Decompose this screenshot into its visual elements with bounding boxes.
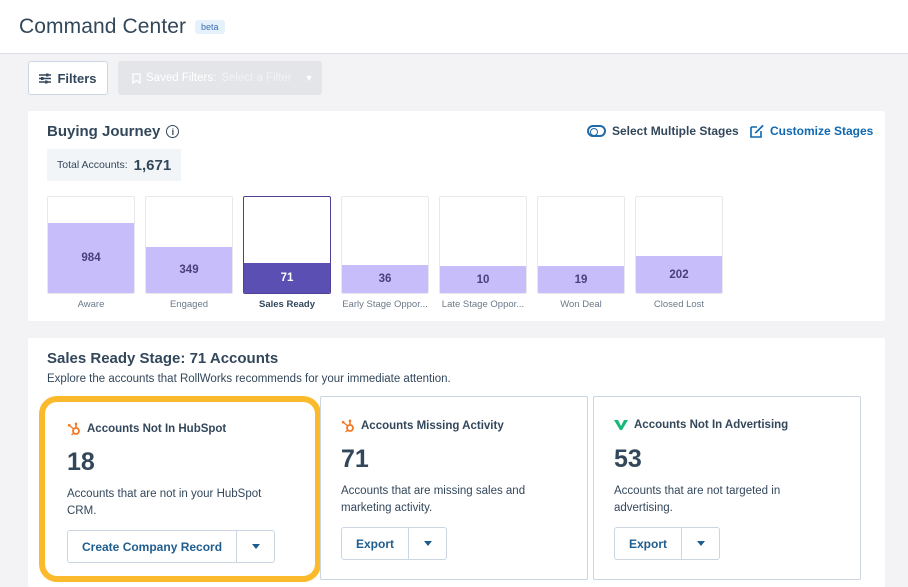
rec-card-header: Accounts Not In Advertising [614, 419, 788, 431]
customize-stages-link[interactable]: Customize Stages [750, 124, 873, 138]
stage-count: 10 [476, 273, 490, 286]
stage-fill-bar: 349 [146, 247, 232, 293]
saved-filters-placeholder: Select a Filter [221, 72, 292, 84]
edit-icon [750, 124, 764, 138]
saved-filters-label: Saved Filters: [146, 72, 217, 84]
stage-tile-aware[interactable]: 984 [47, 196, 135, 294]
rec-card-title: Accounts Not In Advertising [634, 419, 789, 431]
chevron-down-icon[interactable] [682, 527, 721, 560]
stage-count: 71 [280, 272, 294, 284]
hubspot-icon [341, 419, 354, 433]
stage-label: Closed Lost [653, 299, 705, 310]
filters-label: Filters [57, 70, 97, 86]
stage-count: 349 [179, 264, 199, 276]
rec-card-actions: Export [614, 527, 721, 560]
rec-card-count: 18 [67, 448, 95, 476]
rec-card-count: 71 [341, 445, 369, 473]
export-button[interactable]: Export [614, 527, 683, 560]
export-button[interactable]: Export [341, 527, 410, 560]
stage-count: 202 [669, 268, 689, 281]
stage-tile-closed-lost[interactable]: 202 [635, 196, 723, 294]
chevron-down-icon: ▼ [304, 73, 314, 83]
info-icon[interactable]: i [166, 125, 180, 138]
stage-label: Sales Ready [259, 299, 315, 310]
stage-label: Late Stage Oppor... [441, 299, 525, 310]
rec-card-description: Accounts that are not targeted in advert… [614, 485, 781, 514]
page-header: Command Center beta [0, 0, 908, 54]
select-multiple-label: Select Multiple Stages [612, 124, 739, 138]
stage-tile-late-stage-oppor[interactable]: 10 [439, 196, 527, 294]
stage-fill-bar: 71 [244, 263, 330, 293]
chevron-down-icon[interactable] [237, 530, 276, 563]
stage-fill-bar: 10 [440, 266, 526, 293]
rec-card-description: Accounts that are not in your HubSpot CR… [67, 488, 262, 517]
page-title: Command Center [19, 15, 187, 38]
rec-card-missing-activity: Accounts Missing Activity 71 Accounts th… [320, 396, 588, 580]
stage-label: Won Deal [560, 299, 602, 310]
buying-journey-title: Buying Journey [47, 123, 161, 140]
customize-stages-label: Customize Stages [770, 124, 874, 138]
filter-sliders-icon [39, 73, 52, 83]
stage-count: 19 [574, 273, 588, 286]
total-accounts-label: Total Accounts: [57, 159, 128, 171]
total-accounts-value: 1,671 [133, 156, 172, 174]
rec-card-actions: Create Company Record [67, 530, 276, 563]
stage-fill-bar: 984 [48, 223, 134, 293]
rec-card-title: Accounts Not In HubSpot [87, 423, 227, 435]
rec-card-header: Accounts Missing Activity [341, 419, 504, 433]
beta-badge: beta [195, 20, 225, 34]
sales-ready-subtitle: Explore the accounts that RollWorks reco… [47, 373, 451, 385]
stage-tile-early-stage-oppor[interactable]: 36 [341, 196, 429, 294]
rec-card-title: Accounts Missing Activity [361, 420, 504, 432]
stage-tile-sales-ready[interactable]: 71 [243, 196, 331, 294]
select-multiple-stages-toggle[interactable]: Select Multiple Stages [587, 124, 739, 138]
sales-ready-card: Sales Ready Stage: 71 Accounts Explore t… [28, 338, 885, 587]
rec-card-description: Accounts that are missing sales and mark… [341, 485, 526, 514]
saved-filters-dropdown[interactable]: Saved Filters: Select a Filter ▼ [118, 61, 322, 95]
stage-label: Early Stage Oppor... [342, 299, 428, 310]
stage-fill-bar: 19 [538, 266, 624, 293]
stage-fill-bar: 36 [342, 265, 428, 293]
rec-card-not-in-hubspot: Accounts Not In HubSpot 18 Accounts that… [39, 396, 321, 582]
create-company-record-button[interactable]: Create Company Record [67, 530, 238, 563]
toggle-icon [587, 125, 606, 137]
rollworks-icon [614, 420, 628, 430]
stage-fill-bar: 202 [636, 256, 722, 293]
filters-button[interactable]: Filters [28, 61, 108, 95]
hubspot-icon [67, 422, 80, 436]
bookmark-icon [132, 72, 141, 84]
total-accounts-box: Total Accounts: 1,671 [47, 149, 182, 181]
buying-journey-heading: Buying Journey i [47, 123, 180, 140]
stage-tile-won-deal[interactable]: 19 [537, 196, 625, 294]
stage-label: Aware [77, 299, 105, 310]
stage-count: 984 [81, 252, 101, 264]
chevron-down-icon[interactable] [409, 527, 448, 560]
sales-ready-title: Sales Ready Stage: 71 Accounts [47, 350, 279, 367]
stage-count: 36 [378, 273, 392, 285]
stage-tile-engaged[interactable]: 349 [145, 196, 233, 294]
buying-journey-card: Buying Journey i Select Multiple Stages … [28, 111, 885, 321]
stage-label: Engaged [169, 299, 209, 310]
rec-card-actions: Export [341, 527, 448, 560]
rec-card-count: 53 [614, 445, 642, 473]
rec-card-not-in-advertising: Accounts Not In Advertising 53 Accounts … [593, 396, 861, 580]
rec-card-header: Accounts Not In HubSpot [67, 422, 226, 436]
